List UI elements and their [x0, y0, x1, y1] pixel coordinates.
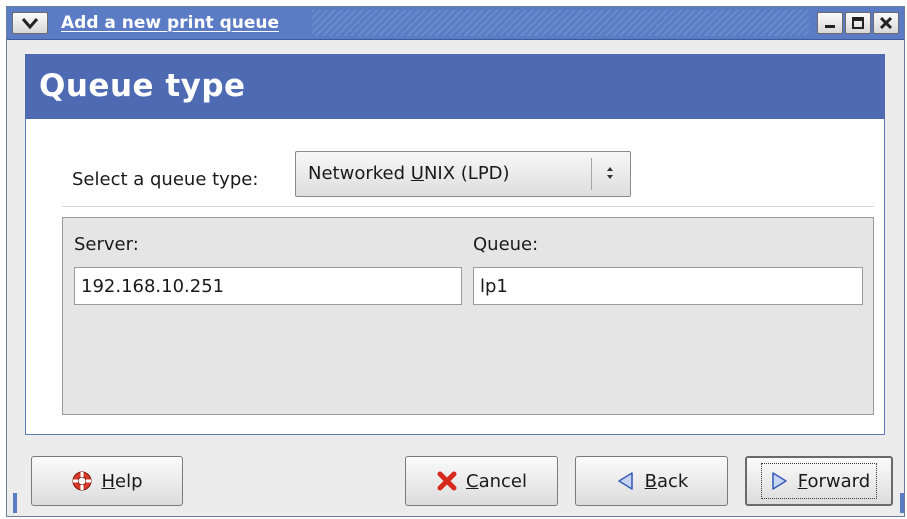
forward-button[interactable]: Forward — [745, 456, 893, 506]
server-input[interactable] — [74, 267, 462, 305]
bottom-right-accent — [900, 493, 904, 513]
page-title: Queue type — [39, 68, 246, 104]
title-bar-pattern — [312, 10, 809, 36]
close-icon — [879, 16, 893, 30]
title-bar[interactable]: Add a new print queue — [7, 7, 904, 40]
print-queue-dialog: Add a new print queue Queue type Select … — [6, 6, 905, 517]
forward-label-rest: orward — [807, 470, 871, 492]
combo-separator — [591, 158, 592, 190]
help-lifebuoy-icon — [71, 470, 93, 492]
page-header: Queue type — [25, 54, 885, 119]
maximize-icon — [852, 17, 864, 29]
maximize-button[interactable] — [845, 12, 871, 34]
forward-arrow-icon — [768, 470, 790, 492]
cancel-label-rest: ancel — [478, 470, 527, 492]
help-button-label: Help — [101, 471, 142, 492]
back-mnemonic: B — [644, 470, 657, 492]
window-menu-button[interactable] — [12, 12, 48, 34]
cancel-x-icon — [436, 470, 458, 492]
cancel-button-label: Cancel — [466, 471, 527, 492]
queue-type-select[interactable]: Networked UNIX (LPD) — [295, 151, 631, 197]
back-button-label: Back — [645, 471, 689, 492]
queue-type-label: Select a queue type: — [72, 169, 259, 190]
queue-type-value-text-end: NIX (LPD) — [423, 163, 510, 184]
help-button[interactable]: Help — [31, 456, 183, 506]
forward-mnemonic: F — [797, 470, 808, 492]
queue-type-value-mnemonic: U — [410, 163, 424, 184]
forward-button-label: Forward — [798, 471, 870, 492]
cancel-mnemonic: C — [466, 470, 479, 492]
bottom-left-accent — [13, 493, 17, 513]
minimize-icon — [825, 25, 835, 28]
queue-type-value-text-start: Networked — [308, 163, 411, 184]
queue-input[interactable] — [473, 267, 863, 305]
server-label: Server: — [74, 234, 139, 255]
help-mnemonic: H — [101, 470, 116, 492]
content-panel: Select a queue type: Networked UNIX (LPD… — [25, 119, 885, 435]
help-label-rest: elp — [115, 470, 143, 492]
back-label-rest: ack — [657, 470, 689, 492]
minimize-button[interactable] — [817, 12, 843, 34]
lpd-settings-frame: Server: Queue: — [62, 217, 874, 415]
back-arrow-icon — [615, 470, 637, 492]
chevron-down-icon — [21, 18, 39, 30]
queue-label: Queue: — [473, 234, 539, 255]
queue-type-selected-value: Networked UNIX (LPD) — [308, 162, 510, 186]
forward-focus-ring: Forward — [760, 463, 878, 499]
separator — [62, 206, 874, 208]
up-down-arrows-icon — [607, 167, 613, 179]
cancel-button[interactable]: Cancel — [405, 456, 558, 506]
window-title: Add a new print queue — [61, 13, 280, 33]
back-button[interactable]: Back — [575, 456, 728, 506]
close-button[interactable] — [873, 12, 899, 34]
